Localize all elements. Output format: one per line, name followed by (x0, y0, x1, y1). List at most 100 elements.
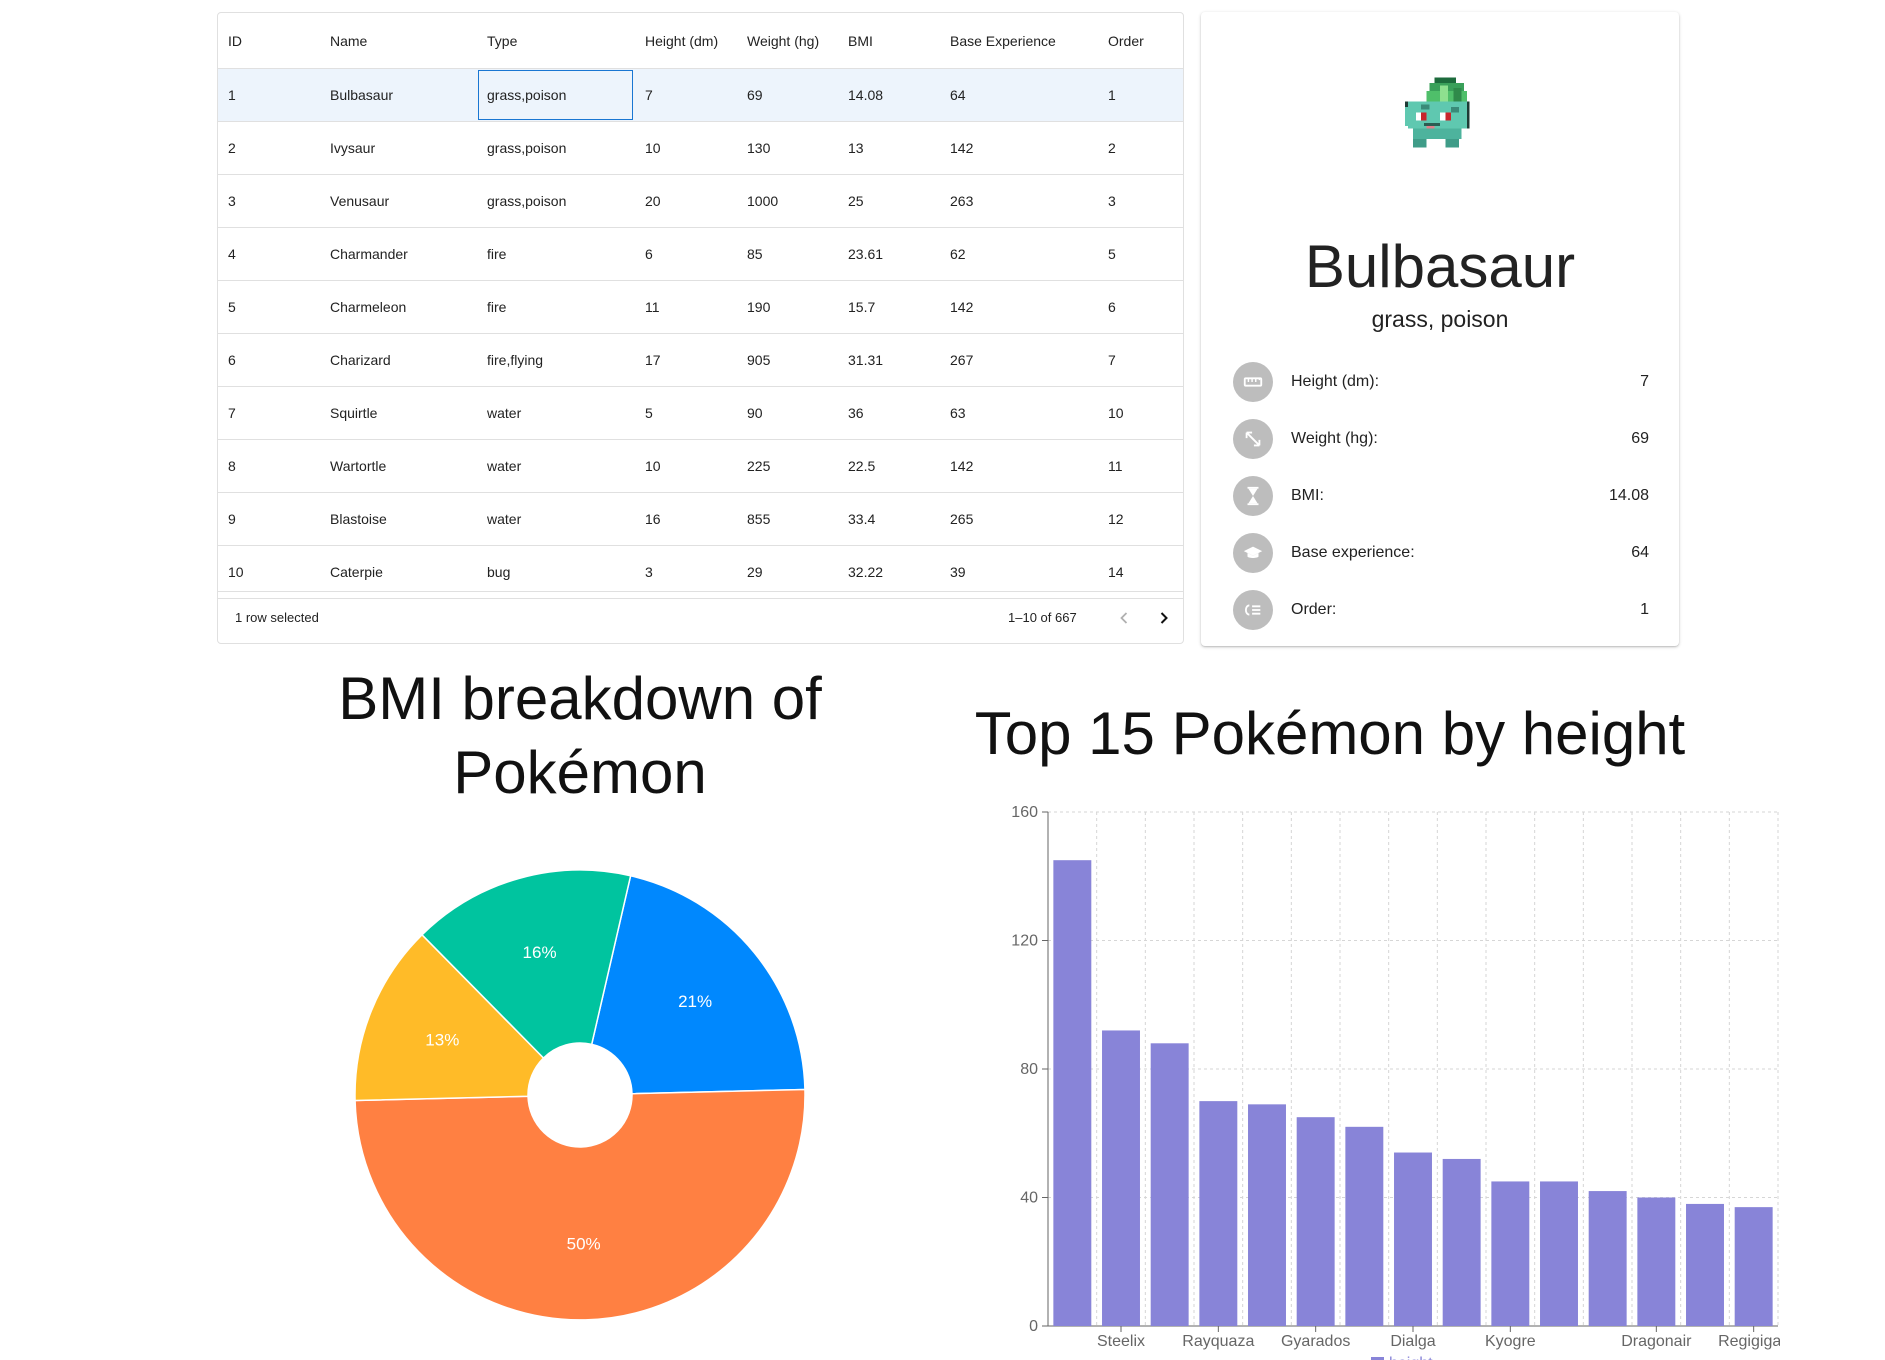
table-row[interactable]: 4 Charmander fire 6 85 23.61 62 5 (218, 228, 1183, 281)
table-cell[interactable]: 7 (228, 387, 236, 439)
table-cell[interactable]: 10 (645, 440, 661, 492)
column-header[interactable]: Height (dm) (645, 13, 718, 69)
table-cell[interactable]: 2 (1108, 122, 1116, 174)
table-row[interactable]: 8 Wartortle water 10 225 22.5 142 11 (218, 440, 1183, 493)
table-cell[interactable]: Charmeleon (330, 281, 406, 333)
table-cell[interactable]: 13 (848, 122, 864, 174)
table-cell[interactable]: 5 (645, 387, 653, 439)
table-cell[interactable]: 130 (747, 122, 770, 174)
column-header[interactable]: Name (330, 13, 367, 69)
table-cell[interactable]: 5 (1108, 228, 1116, 280)
table-cell[interactable]: 17 (645, 334, 661, 386)
table-cell[interactable]: 12 (1108, 493, 1124, 545)
table-cell[interactable]: Blastoise (330, 493, 387, 545)
column-header[interactable]: Type (487, 13, 517, 69)
table-cell[interactable]: 85 (747, 228, 763, 280)
table-cell[interactable]: 6 (645, 228, 653, 280)
table-cell[interactable]: 7 (1108, 334, 1116, 386)
table-cell[interactable]: grass,poison (487, 175, 566, 227)
bar[interactable] (1150, 1043, 1189, 1326)
table-cell[interactable]: 36 (848, 387, 864, 439)
table-cell[interactable]: fire (487, 228, 506, 280)
table-row[interactable]: 9 Blastoise water 16 855 33.4 265 12 (218, 493, 1183, 546)
column-header[interactable]: Weight (hg) (747, 13, 819, 69)
table-cell[interactable]: 7 (645, 69, 653, 121)
table-cell[interactable]: water (487, 387, 521, 439)
table-cell[interactable]: 263 (950, 175, 973, 227)
table-cell[interactable]: fire (487, 281, 506, 333)
table-row[interactable]: 5 Charmeleon fire 11 190 15.7 142 6 (218, 281, 1183, 334)
table-cell[interactable]: 22.5 (848, 440, 875, 492)
previous-page-button[interactable] (1112, 606, 1136, 630)
table-cell[interactable]: 20 (645, 175, 661, 227)
table-row[interactable]: 3 Venusaur grass,poison 20 1000 25 263 3 (218, 175, 1183, 228)
table-cell[interactable]: 905 (747, 334, 770, 386)
bar[interactable] (1588, 1191, 1627, 1326)
table-cell[interactable]: 31.31 (848, 334, 883, 386)
table-cell[interactable]: fire,flying (487, 334, 543, 386)
table-cell[interactable]: 1000 (747, 175, 778, 227)
table-cell[interactable]: 64 (950, 69, 966, 121)
table-cell[interactable]: 14.08 (848, 69, 883, 121)
column-header[interactable]: BMI (848, 13, 873, 69)
bar[interactable] (1540, 1181, 1578, 1326)
table-cell[interactable]: 33.4 (848, 493, 875, 545)
bar[interactable] (1199, 1101, 1238, 1326)
table-row[interactable]: 6 Charizard fire,flying 17 905 31.31 267 7 (218, 334, 1183, 387)
table-row[interactable]: 2 Ivysaur grass,poison 10 130 13 142 2 (218, 122, 1183, 175)
table-cell[interactable]: grass,poison (487, 122, 566, 174)
table-cell[interactable]: 6 (1108, 281, 1116, 333)
table-cell[interactable]: 63 (950, 387, 966, 439)
bar[interactable] (1345, 1126, 1384, 1326)
table-cell[interactable]: 3 (228, 175, 236, 227)
table-cell[interactable]: 267 (950, 334, 973, 386)
table-cell[interactable]: 10 (645, 122, 661, 174)
table-cell[interactable]: 23.61 (848, 228, 883, 280)
bar[interactable] (1686, 1203, 1724, 1326)
table-row[interactable]: 7 Squirtle water 5 90 36 63 10 (218, 387, 1183, 440)
bar[interactable] (1296, 1117, 1335, 1326)
table-cell[interactable]: water (487, 440, 521, 492)
table-cell[interactable]: 1 (1108, 69, 1116, 121)
table-cell[interactable]: 5 (228, 281, 236, 333)
table-cell[interactable]: Bulbasaur (330, 69, 393, 121)
table-cell[interactable]: Squirtle (330, 387, 377, 439)
table-cell[interactable]: 142 (950, 122, 973, 174)
table-cell[interactable]: Charizard (330, 334, 391, 386)
table-cell[interactable]: Wartortle (330, 440, 386, 492)
bar[interactable] (1491, 1181, 1530, 1326)
column-header[interactable]: ID (228, 13, 242, 69)
next-page-button[interactable] (1152, 606, 1176, 630)
bar[interactable] (1442, 1158, 1481, 1326)
table-cell[interactable]: Charmander (330, 228, 408, 280)
table-cell[interactable]: Ivysaur (330, 122, 375, 174)
table-cell[interactable]: 225 (747, 440, 770, 492)
table-cell[interactable]: 190 (747, 281, 770, 333)
table-cell[interactable]: water (487, 493, 521, 545)
table-cell[interactable]: 3 (1108, 175, 1116, 227)
table-cell[interactable]: 90 (747, 387, 763, 439)
table-cell[interactable]: 25 (848, 175, 864, 227)
bar[interactable] (1637, 1197, 1676, 1327)
table-cell[interactable]: 16 (645, 493, 661, 545)
table-row[interactable]: 1 Bulbasaur grass,poison 7 69 14.08 64 1 (218, 69, 1183, 122)
bar[interactable] (1248, 1104, 1286, 1326)
table-cell[interactable]: 11 (645, 281, 660, 333)
bar[interactable] (1734, 1207, 1773, 1326)
table-cell[interactable]: 2 (228, 122, 236, 174)
table-cell[interactable]: Venusaur (330, 175, 389, 227)
table-cell[interactable]: 855 (747, 493, 770, 545)
bar[interactable] (1053, 860, 1092, 1326)
table-cell[interactable]: 4 (228, 228, 236, 280)
table-cell[interactable]: grass,poison (477, 69, 634, 121)
table-cell[interactable]: 9 (228, 493, 236, 545)
column-header[interactable]: Base Experience (950, 13, 1056, 69)
table-cell[interactable]: 62 (950, 228, 966, 280)
table-cell[interactable]: 69 (747, 69, 763, 121)
bar[interactable] (1394, 1152, 1432, 1326)
table-cell[interactable]: 265 (950, 493, 973, 545)
table-cell[interactable]: 6 (228, 334, 236, 386)
table-cell[interactable]: 1 (228, 69, 236, 121)
table-cell[interactable]: 8 (228, 440, 236, 492)
bar[interactable] (1102, 1030, 1140, 1326)
